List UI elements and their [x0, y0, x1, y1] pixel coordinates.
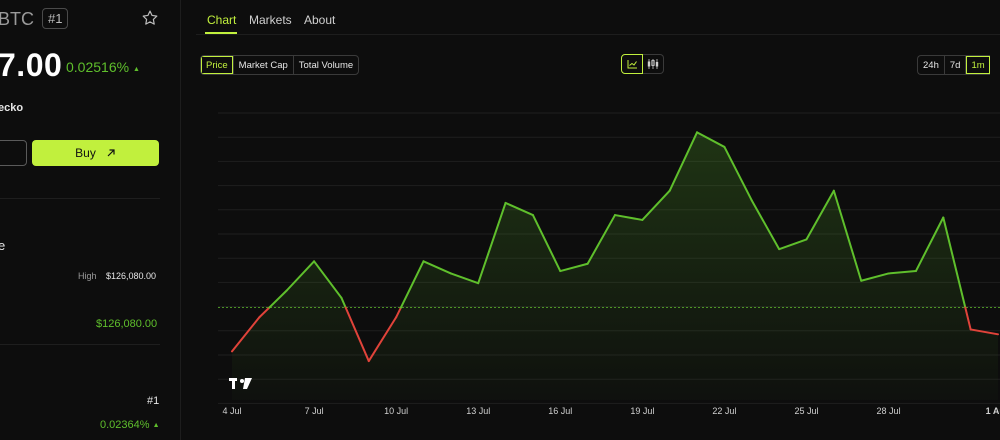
price-chart[interactable]: 4 Jul 7 Jul 10 Jul 13 Jul 16 Jul 19 Jul 22 Jul…: [0, 0, 1000, 440]
x-tick-label: 28 Jul: [877, 406, 901, 416]
x-tick-label: 22 Jul: [712, 406, 736, 416]
x-tick-label: 25 Jul: [794, 406, 818, 416]
x-tick-label: 1 Aug: [986, 406, 1000, 416]
x-tick-label: 13 Jul: [466, 406, 490, 416]
price-area: [232, 132, 998, 401]
x-tick-label: 4 Jul: [222, 406, 241, 416]
x-tick-label: 10 Jul: [384, 406, 408, 416]
x-tick-label: 7 Jul: [305, 406, 324, 416]
x-tick-label: 16 Jul: [548, 406, 572, 416]
x-tick-label: 19 Jul: [630, 406, 654, 416]
x-axis-labels: 4 Jul 7 Jul 10 Jul 13 Jul 16 Jul 19 Jul 22 Jul…: [222, 406, 1000, 416]
